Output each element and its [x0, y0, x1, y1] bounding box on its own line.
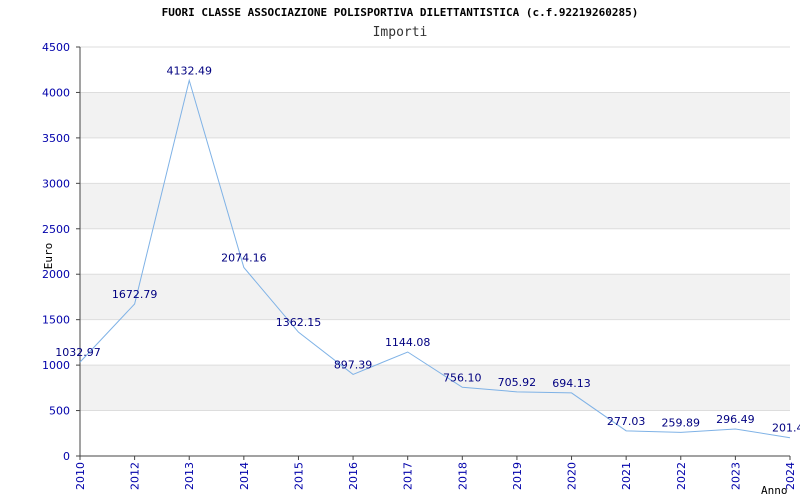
y-tick-label: 4500	[42, 41, 70, 54]
data-label: 1362.15	[276, 316, 322, 329]
data-label: 756.10	[443, 371, 482, 384]
data-label: 296.49	[716, 413, 755, 426]
grid-band	[80, 183, 790, 229]
y-tick-label: 2500	[42, 223, 70, 236]
x-tick-label: 2012	[129, 462, 142, 490]
data-label: 897.39	[334, 358, 373, 371]
x-tick-label: 2020	[566, 462, 579, 490]
line-chart: 050010001500200025003000350040004500 201…	[42, 41, 800, 497]
x-tick-label: 2023	[729, 462, 742, 490]
y-tick-label: 0	[63, 450, 70, 463]
x-tick-label: 2016	[347, 462, 360, 490]
x-tick-label: 2019	[511, 462, 524, 490]
data-label: 694.13	[552, 377, 591, 390]
x-tick-label: 2021	[620, 462, 633, 490]
data-label: 705.92	[498, 376, 537, 389]
x-tick-label: 2015	[292, 462, 305, 490]
x-tick-label: 2022	[675, 462, 688, 490]
data-label: 1144.08	[385, 336, 431, 349]
data-label: 2074.16	[221, 251, 267, 264]
data-label: 259.89	[662, 416, 701, 429]
grid-band	[80, 92, 790, 138]
y-tick-label: 1000	[42, 359, 70, 372]
x-axis-label: Anno	[761, 484, 788, 497]
grid-band	[80, 365, 790, 411]
x-tick-label: 2018	[456, 462, 469, 490]
data-label: 1672.79	[112, 288, 158, 301]
x-tick-label: 2013	[183, 462, 196, 490]
data-label: 4132.49	[166, 64, 212, 77]
data-label: 1032.97	[55, 346, 101, 359]
y-tick-label: 3000	[42, 177, 70, 190]
y-axis-label: Euro	[42, 243, 55, 270]
x-tick-label: 2014	[238, 462, 251, 490]
y-tick-label: 4000	[42, 86, 70, 99]
x-tick-label: 2010	[74, 462, 87, 490]
y-tick-label: 3500	[42, 132, 70, 145]
x-tick-label: 2017	[402, 462, 415, 490]
y-tick-label: 1500	[42, 314, 70, 327]
y-tick-label: 500	[49, 405, 70, 418]
data-label: 201.4	[772, 422, 800, 435]
data-label: 277.03	[607, 415, 646, 428]
grid-band	[80, 274, 790, 320]
